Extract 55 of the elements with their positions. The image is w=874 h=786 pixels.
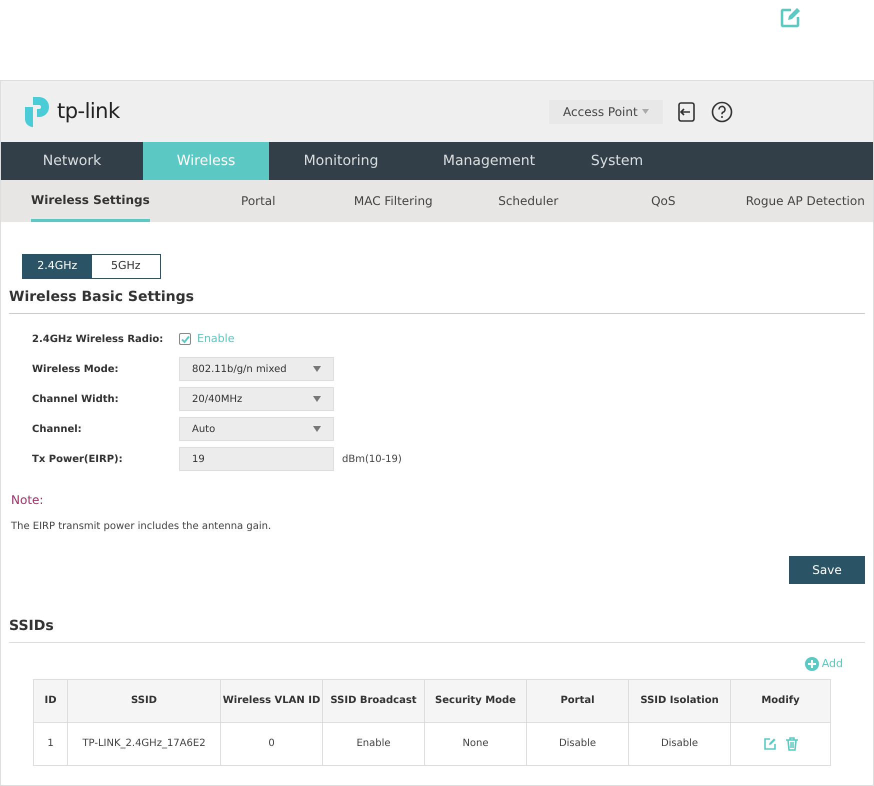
sub-nav-tab[interactable]: Scheduler	[450, 180, 607, 222]
caret-icon	[313, 426, 321, 432]
trash-icon[interactable]	[784, 736, 798, 750]
dropdown[interactable]: 802.11b/g/n mixed	[179, 357, 334, 381]
checkbox-label: Enable	[197, 330, 234, 347]
dropdown[interactable]: 20/40MHz	[179, 387, 334, 411]
table-cell: 0	[220, 722, 322, 765]
table-cell: Disable	[628, 722, 730, 765]
note-text: The EIRP transmit power includes the antenna gain.	[10, 520, 272, 534]
column-header: SSID Isolation	[628, 679, 730, 722]
caret-icon	[313, 366, 321, 372]
sub-nav-tab[interactable]: Wireless Settings	[31, 180, 150, 222]
nav-tab[interactable]: Management	[413, 142, 565, 180]
field-label: Channel Width:	[32, 392, 120, 406]
column-header: ID	[34, 679, 68, 722]
column-header: Modify	[730, 679, 830, 722]
sub-nav-tab[interactable]: MAC Filtering	[336, 180, 450, 222]
input-field[interactable]: 19	[179, 447, 334, 471]
table-cell: TP-LINK_2.4GHz_17A6E2	[68, 722, 220, 765]
help-icon[interactable]	[711, 100, 733, 122]
column-header: Portal	[526, 679, 628, 722]
section-title: Wireless Basic Settings	[9, 287, 865, 314]
nav-tab[interactable]: Network	[1, 142, 143, 180]
table-cell: 1	[34, 722, 68, 765]
section-title: SSIDs	[9, 616, 865, 643]
caret-icon	[313, 396, 321, 402]
edit-icon[interactable]	[779, 7, 801, 29]
note-title: Note:	[10, 492, 44, 509]
mode-select[interactable]: Access Point	[549, 100, 663, 124]
dropdown[interactable]: Auto	[179, 417, 334, 441]
save-button[interactable]: Save	[789, 556, 865, 584]
checkbox[interactable]	[179, 333, 191, 345]
column-header: Wireless VLAN ID	[220, 679, 322, 722]
column-header: Security Mode	[424, 679, 526, 722]
field-label: Wireless Mode:	[32, 362, 120, 376]
edit-icon[interactable]	[762, 736, 776, 750]
table-cell: None	[424, 722, 526, 765]
band-tab[interactable]: 2.4GHz	[23, 255, 92, 278]
table-cell: Enable	[322, 722, 424, 765]
field-label: 2.4GHz Wireless Radio:	[32, 332, 164, 346]
nav-tab[interactable]: System	[565, 142, 669, 180]
field-label: Tx Power(EIRP):	[32, 452, 124, 466]
column-header: SSID Broadcast	[322, 679, 424, 722]
plus-icon	[804, 657, 819, 672]
sub-nav-tab[interactable]: QoS	[606, 180, 720, 222]
caret-icon	[642, 109, 649, 114]
field-label: Channel:	[32, 422, 83, 436]
column-header: SSID	[68, 679, 220, 722]
unit-text: dBm(10-19)	[342, 452, 402, 466]
sub-nav-tab[interactable]: Rogue AP Detection	[720, 180, 874, 222]
nav-tab[interactable]: Monitoring	[269, 142, 413, 180]
logout-icon[interactable]	[675, 100, 697, 122]
sub-nav-tab[interactable]: Portal	[180, 180, 337, 222]
logo-text: tp-link	[57, 98, 120, 125]
table-cell: Disable	[526, 722, 628, 765]
